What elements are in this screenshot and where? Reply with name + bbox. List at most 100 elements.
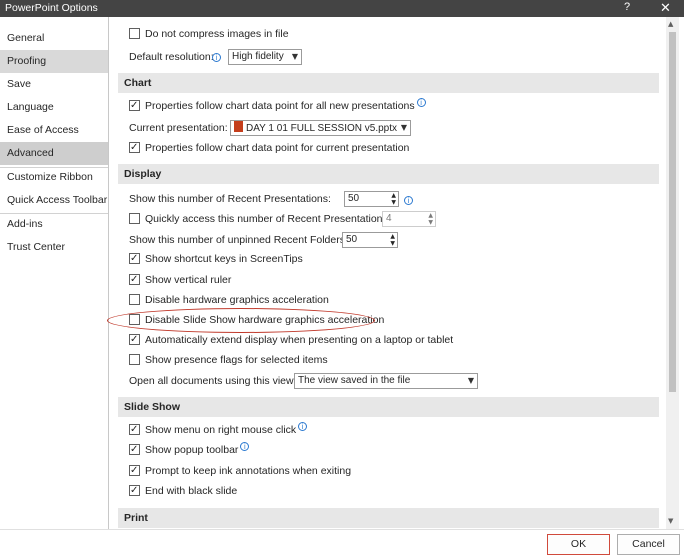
presence-flags-label: Show presence flags for selected items	[145, 354, 328, 366]
recent-presentations-value: 50	[348, 193, 360, 204]
section-header-chart: Chart	[118, 73, 659, 93]
quick-access-row[interactable]: Quickly access this number of Recent Pre…	[118, 209, 659, 229]
do-not-compress-row[interactable]: Do not compress images in file	[118, 24, 659, 44]
end-black-label: End with black slide	[145, 485, 238, 497]
auto-extend-label: Automatically extend display when presen…	[145, 334, 454, 346]
nav-item-customize-ribbon[interactable]: Customize Ribbon	[0, 166, 108, 189]
open-all-value: The view saved in the file	[298, 375, 411, 386]
spin-down-icon[interactable]: ▼	[391, 200, 396, 206]
quick-access-label: Quickly access this number of Recent Pre…	[145, 213, 391, 225]
vertical-ruler-row[interactable]: Show vertical ruler	[118, 270, 659, 290]
disable-hw-accel-label: Disable hardware graphics acceleration	[145, 294, 329, 306]
popup-toolbar-row[interactable]: Show popup toolbari	[118, 440, 659, 460]
section-header-display: Display	[118, 164, 659, 184]
menu-right-click-label: Show menu on right mouse click i	[145, 420, 308, 440]
chart-follow-all-row[interactable]: Properties follow chart data point for a…	[118, 96, 659, 116]
options-nav: General Proofing Save Language Ease of A…	[0, 17, 109, 529]
menu-right-click-row[interactable]: Show menu on right mouse clicki	[118, 420, 659, 440]
title-bar: PowerPoint Options ? ✕	[0, 0, 684, 17]
scroll-down-icon[interactable]: ▼	[668, 517, 673, 525]
close-icon[interactable]: ✕	[660, 0, 671, 16]
auto-extend-checkbox[interactable]	[129, 330, 140, 350]
shortcut-keys-row[interactable]: Show shortcut keys in ScreenTips	[118, 249, 659, 269]
do-not-compress-label: Do not compress images in file	[145, 28, 289, 40]
nav-item-ease-of-access[interactable]: Ease of Access	[0, 119, 108, 142]
popup-toolbar-checkbox[interactable]	[129, 440, 140, 460]
unpinned-folders-stepper[interactable]: 50 ▲ ▼	[342, 232, 398, 248]
chevron-down-icon: ▼	[467, 376, 474, 385]
section-header-slide-show: Slide Show	[118, 397, 659, 417]
disable-hw-accel-checkbox[interactable]	[129, 294, 140, 305]
current-presentation-select[interactable]: DAY 1 01 FULL SESSION v5.pptx ▼	[230, 120, 411, 136]
nav-item-save[interactable]: Save	[0, 73, 108, 96]
dialog-footer: OK Cancel	[0, 529, 684, 557]
unpinned-folders-value: 50	[346, 234, 358, 245]
default-resolution-select[interactable]: High fidelity ▼	[228, 49, 302, 65]
info-icon[interactable]: i	[298, 422, 308, 431]
disable-slideshow-hw-accel-checkbox[interactable]	[129, 314, 140, 325]
disable-hw-accel-row[interactable]: Disable hardware graphics acceleration	[118, 290, 659, 310]
chart-follow-current-checkbox[interactable]	[129, 138, 140, 158]
auto-extend-row[interactable]: Automatically extend display when presen…	[118, 330, 659, 350]
info-icon[interactable]: i	[240, 442, 250, 451]
recent-presentations-stepper[interactable]: 50 ▲ ▼	[344, 191, 399, 207]
vertical-scrollbar[interactable]: ▲ ▼	[666, 17, 679, 529]
quick-access-value: 4	[386, 213, 392, 224]
nav-item-trust-center[interactable]: Trust Center	[0, 236, 108, 259]
vertical-ruler-checkbox[interactable]	[129, 270, 140, 290]
keep-ink-label: Prompt to keep ink annotations when exit…	[145, 465, 352, 477]
current-presentation-label: Current presentation:	[129, 122, 228, 134]
open-all-row: Open all documents using this view The v…	[118, 371, 659, 391]
unpinned-folders-label: Show this number of unpinned Recent Fold…	[129, 234, 348, 246]
scrollbar-thumb[interactable]	[669, 32, 676, 392]
nav-item-advanced[interactable]: Advanced	[0, 142, 108, 165]
presence-flags-row[interactable]: Show presence flags for selected items	[118, 350, 659, 370]
chart-follow-current-row[interactable]: Properties follow chart data point for c…	[118, 138, 659, 158]
chart-follow-all-label: Properties follow chart data point for a…	[145, 96, 426, 116]
menu-right-click-checkbox[interactable]	[129, 420, 140, 440]
keep-ink-checkbox[interactable]	[129, 461, 140, 481]
nav-item-proofing[interactable]: Proofing	[0, 50, 108, 73]
default-resolution-row: Default resolution: i High fidelity ▼	[118, 47, 659, 67]
default-resolution-label: Default resolution:	[129, 51, 214, 63]
scroll-up-icon[interactable]: ▲	[668, 20, 673, 28]
open-all-label: Open all documents using this view	[129, 375, 294, 387]
info-icon[interactable]: i	[404, 196, 413, 205]
keep-ink-row[interactable]: Prompt to keep ink annotations when exit…	[118, 461, 659, 481]
quick-access-checkbox[interactable]	[129, 213, 140, 224]
end-black-checkbox[interactable]	[129, 481, 140, 501]
nav-item-language[interactable]: Language	[0, 96, 108, 119]
nav-item-quick-access-toolbar[interactable]: Quick Access Toolbar	[0, 189, 108, 212]
vertical-ruler-label: Show vertical ruler	[145, 274, 232, 286]
shortcut-keys-checkbox[interactable]	[129, 249, 140, 269]
recent-presentations-label: Show this number of Recent Presentations…	[129, 193, 331, 205]
info-icon[interactable]: i	[416, 98, 426, 107]
section-header-print: Print	[118, 508, 659, 528]
powerpoint-file-icon	[234, 121, 243, 132]
open-all-select[interactable]: The view saved in the file ▼	[294, 373, 478, 389]
spin-down-icon: ▼	[428, 219, 433, 226]
current-presentation-value: DAY 1 01 FULL SESSION v5.pptx	[246, 123, 397, 134]
shortcut-keys-label: Show shortcut keys in ScreenTips	[145, 253, 303, 265]
disable-slideshow-hw-accel-row[interactable]: Disable Slide Show hardware graphics acc…	[118, 310, 659, 330]
presence-flags-checkbox[interactable]	[129, 354, 140, 365]
ok-button[interactable]: OK	[547, 534, 610, 555]
chart-follow-all-checkbox[interactable]	[129, 96, 140, 116]
help-icon[interactable]: ?	[624, 1, 630, 13]
spin-down-icon[interactable]: ▼	[390, 241, 395, 247]
chevron-down-icon: ▼	[291, 52, 298, 61]
default-resolution-value: High fidelity	[232, 51, 284, 62]
chart-follow-current-label: Properties follow chart data point for c…	[145, 142, 410, 154]
recent-presentations-row: Show this number of Recent Presentations…	[118, 189, 659, 209]
info-icon[interactable]: i	[212, 53, 221, 62]
current-presentation-row: Current presentation: DAY 1 01 FULL SESS…	[118, 118, 659, 138]
end-black-row[interactable]: End with black slide	[118, 481, 659, 501]
popup-toolbar-label: Show popup toolbar i	[145, 440, 250, 460]
unpinned-folders-row: Show this number of unpinned Recent Fold…	[118, 230, 659, 250]
do-not-compress-checkbox[interactable]	[129, 28, 140, 39]
nav-item-add-ins[interactable]: Add-ins	[0, 213, 108, 236]
disable-slideshow-hw-accel-label: Disable Slide Show hardware graphics acc…	[145, 314, 385, 326]
chevron-down-icon: ▼	[400, 123, 407, 132]
cancel-button[interactable]: Cancel	[617, 534, 680, 555]
nav-item-general[interactable]: General	[0, 27, 108, 50]
